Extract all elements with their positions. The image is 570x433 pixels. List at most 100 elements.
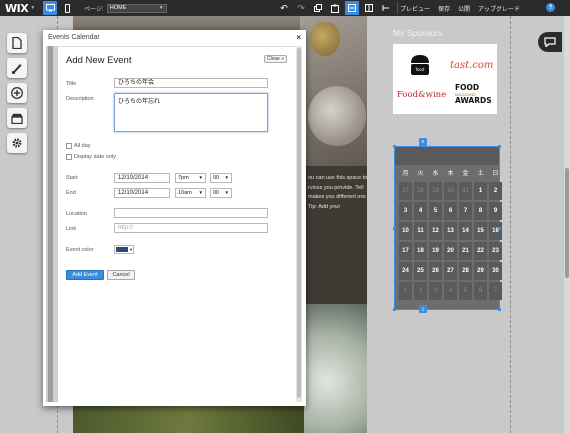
calendar-day[interactable]: 19 xyxy=(429,242,442,260)
display-date-only-checkbox[interactable]: Display date only xyxy=(66,154,116,160)
calendar-day[interactable]: 2 xyxy=(414,282,427,300)
calendar-day[interactable]: 26 xyxy=(429,262,442,280)
calendar-day[interactable]: 30 xyxy=(444,182,457,200)
publish-link[interactable]: 公開 xyxy=(458,4,470,13)
start-minute-select[interactable]: 00 ▼ xyxy=(210,173,232,183)
calendar-day[interactable]: 23 xyxy=(489,242,502,260)
calendar-day[interactable]: 4 xyxy=(414,202,427,220)
design-button[interactable] xyxy=(7,58,27,78)
calendar-day[interactable]: 6 xyxy=(444,202,457,220)
mobile-view-button[interactable] xyxy=(60,1,74,15)
calendar-day[interactable]: 27 xyxy=(444,262,457,280)
undo-button[interactable]: ↶ xyxy=(277,1,291,15)
dialog-scrollbar-thumb[interactable] xyxy=(297,48,301,398)
calendar-day[interactable]: 14 xyxy=(459,222,472,240)
calendar-day[interactable]: 7 xyxy=(489,282,502,300)
resize-handle-br[interactable] xyxy=(498,308,501,311)
resize-handle-tr[interactable] xyxy=(498,145,501,148)
redo-button[interactable]: ↷ xyxy=(294,1,308,15)
end-minute-select[interactable]: 00 ▼ xyxy=(210,188,232,198)
calendar-day[interactable]: 28 xyxy=(459,262,472,280)
calendar-day[interactable]: 20 xyxy=(444,242,457,260)
calendar-day[interactable]: 29 xyxy=(474,262,487,280)
calendar-day[interactable]: 12 xyxy=(429,222,442,240)
resize-handle-tl[interactable] xyxy=(393,145,396,148)
display-date-only-box[interactable] xyxy=(66,154,72,160)
calendar-day[interactable]: 10 xyxy=(399,222,412,240)
calendar-day[interactable]: 8 xyxy=(474,202,487,220)
sponsors-image[interactable]: food tast.com Food&wine FOOD MAGAZINE AW… xyxy=(393,44,497,114)
calendar-day[interactable]: 24 xyxy=(399,262,412,280)
calendar-day[interactable]: 30 xyxy=(489,262,502,280)
all-day-box[interactable] xyxy=(66,143,72,149)
wix-logo[interactable]: WIX xyxy=(5,2,29,15)
calendar-day[interactable]: 15 xyxy=(474,222,487,240)
calendar-day[interactable]: 21 xyxy=(459,242,472,260)
calendar-day[interactable]: 3 xyxy=(429,282,442,300)
calendar-anchor-handle[interactable]: ⤓ xyxy=(419,305,427,313)
preview-link[interactable]: プレビュー xyxy=(400,4,430,13)
desktop-view-button[interactable] xyxy=(43,1,58,15)
dialog-scrollbar[interactable] xyxy=(296,46,302,402)
calendar-day[interactable]: 1 xyxy=(399,282,412,300)
dialog-close-icon[interactable]: × xyxy=(296,33,301,42)
settings-button[interactable] xyxy=(7,133,27,153)
add-event-button[interactable]: Add Event xyxy=(66,270,104,280)
calendar-widget[interactable]: 月火水木金土日 27 28 29 30 31 1 2 3 4 5 6 7 8 9 10 11 12 13 14 15 16… xyxy=(395,147,502,309)
calendar-day[interactable]: 5 xyxy=(459,282,472,300)
calendar-day[interactable]: 1 xyxy=(474,182,487,200)
pages-button[interactable] xyxy=(7,33,27,53)
calendar-day[interactable]: 3 xyxy=(399,202,412,220)
copy-button[interactable] xyxy=(311,1,325,15)
calendar-day[interactable]: 31 xyxy=(459,182,472,200)
food-photo-top[interactable] xyxy=(300,16,367,166)
resize-handle-mr[interactable] xyxy=(498,227,501,230)
food-photo-bottom[interactable] xyxy=(300,304,367,433)
calendar-day[interactable]: 13 xyxy=(444,222,457,240)
calendar-day[interactable]: 5 xyxy=(429,202,442,220)
resize-handle-ml[interactable] xyxy=(393,227,396,230)
calendar-day[interactable]: 11 xyxy=(414,222,427,240)
description-textarea[interactable]: ひろちの年忘れ xyxy=(114,93,268,132)
upgrade-link[interactable]: アップグレード xyxy=(478,4,520,13)
app-market-button[interactable] xyxy=(7,108,27,128)
calendar-day[interactable]: 27 xyxy=(399,182,412,200)
save-link[interactable]: 保存 xyxy=(438,4,450,13)
title-input[interactable]: ひろちの年会 xyxy=(114,78,268,88)
calendar-day[interactable]: 28 xyxy=(414,182,427,200)
page-select[interactable]: HOME ▼ xyxy=(106,3,167,13)
calendar-day[interactable]: 9 xyxy=(489,202,502,220)
end-date-input[interactable]: 12/10/2014 xyxy=(114,188,170,198)
paste-button[interactable] xyxy=(328,1,342,15)
page-scrollbar-thumb[interactable] xyxy=(565,168,569,278)
all-day-checkbox[interactable]: All day xyxy=(66,143,91,149)
calendar-day[interactable]: 29 xyxy=(429,182,442,200)
calendar-day[interactable]: 17 xyxy=(399,242,412,260)
close-form-button[interactable]: Close » xyxy=(264,55,287,63)
layout-button[interactable] xyxy=(345,1,359,15)
end-hour-select[interactable]: 10am ▼ xyxy=(175,188,206,198)
help-button[interactable]: ? xyxy=(546,3,555,12)
add-button[interactable] xyxy=(7,83,27,103)
calendar-day[interactable]: 25 xyxy=(414,262,427,280)
calendar-day[interactable]: 16 xyxy=(489,222,502,240)
cancel-button[interactable]: Cancel xyxy=(107,270,135,280)
chat-button[interactable] xyxy=(538,32,562,52)
location-input[interactable] xyxy=(114,208,268,218)
calendar-day[interactable]: 6 xyxy=(474,282,487,300)
calendar-day[interactable]: 4 xyxy=(444,282,457,300)
start-hour-select[interactable]: 7pm ▼ xyxy=(175,173,206,183)
logo-caret-icon[interactable]: ▼ xyxy=(30,5,35,11)
start-date-input[interactable]: 12/10/2014 xyxy=(114,173,170,183)
artichoke-photo[interactable] xyxy=(73,404,304,433)
calendar-day[interactable]: 2 xyxy=(489,182,502,200)
calendar-day[interactable]: 22 xyxy=(474,242,487,260)
calendar-day[interactable]: 18 xyxy=(414,242,427,260)
event-color-picker[interactable]: ▼ xyxy=(114,245,134,254)
guides-button[interactable] xyxy=(362,1,376,15)
link-input[interactable]: http:// xyxy=(114,223,268,233)
snap-button[interactable] xyxy=(379,1,393,15)
resize-handle-bl[interactable] xyxy=(393,308,396,311)
page-scrollbar[interactable] xyxy=(564,16,570,433)
calendar-day[interactable]: 7 xyxy=(459,202,472,220)
